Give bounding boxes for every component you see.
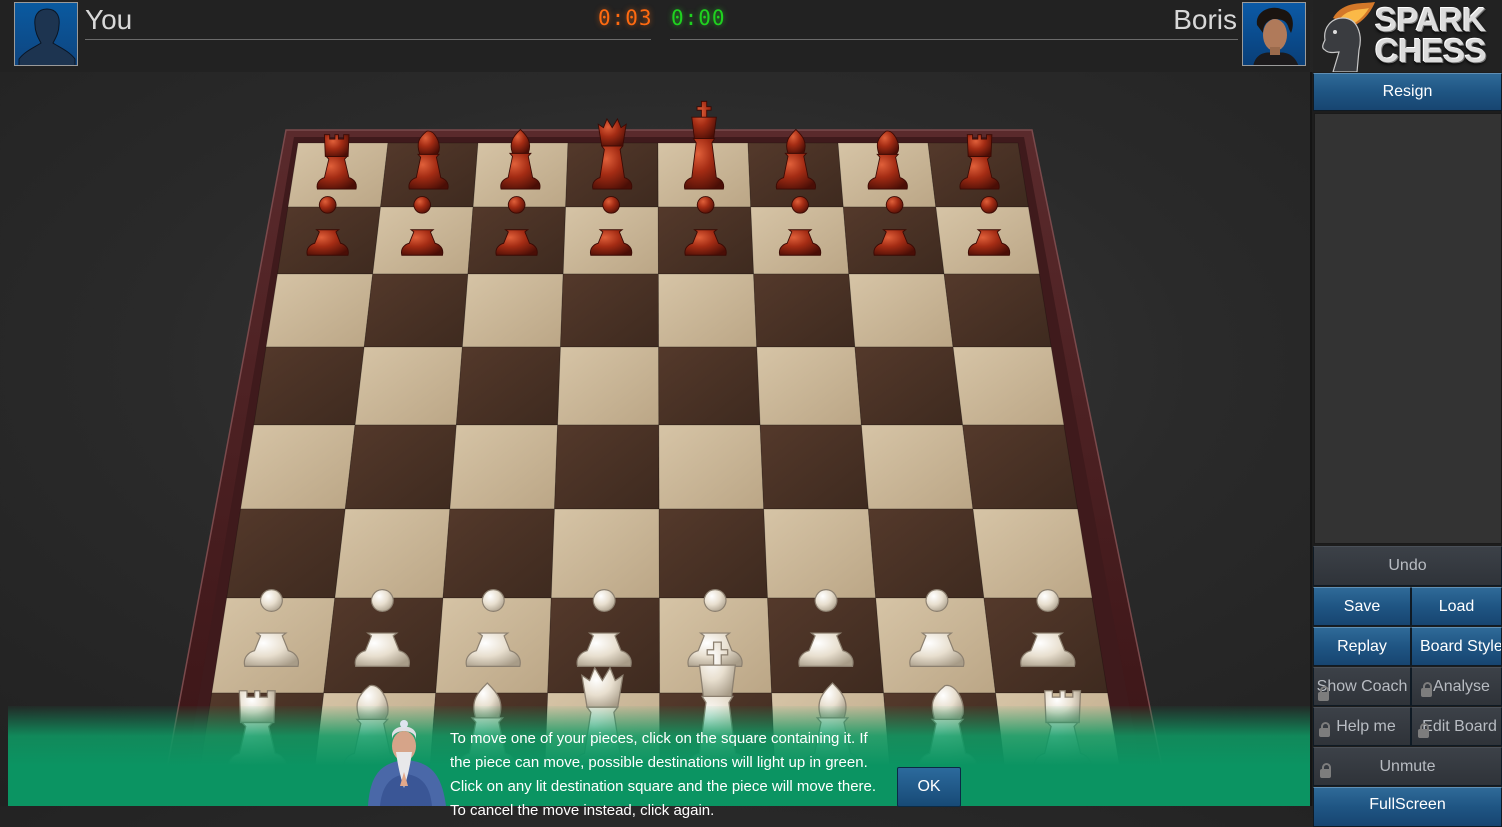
- undo-label: Undo: [1388, 557, 1427, 574]
- lock-icon: [1318, 686, 1329, 701]
- analyse-button[interactable]: Analyse: [1411, 667, 1502, 706]
- sparkchess-logo: SPARK CHESS: [1313, 0, 1502, 72]
- help-me-button[interactable]: Help me: [1313, 707, 1411, 746]
- save-button[interactable]: Save: [1313, 587, 1411, 626]
- coach-message: To move one of your pieces, click on the…: [450, 730, 877, 819]
- move-list-panel[interactable]: [1314, 113, 1502, 544]
- coach-ok-button[interactable]: OK: [897, 767, 961, 807]
- square-a3[interactable]: [226, 508, 346, 599]
- you-avatar: [14, 2, 78, 66]
- square-e6[interactable]: [657, 273, 758, 348]
- square-e3[interactable]: [658, 508, 768, 599]
- opponent-name: Boris: [1173, 4, 1237, 35]
- unmute-button[interactable]: Unmute: [1313, 747, 1502, 786]
- unmute-label: Unmute: [1379, 757, 1436, 775]
- flaming-knight-icon: [1322, 2, 1375, 72]
- ok-label: OK: [917, 778, 941, 795]
- lock-icon: [1418, 723, 1429, 738]
- edit-board-button[interactable]: Edit Board: [1411, 707, 1502, 746]
- board-style-button[interactable]: Board Style: [1411, 627, 1502, 666]
- you-name-underline: [85, 39, 651, 40]
- board-style-label: Board Style: [1420, 637, 1502, 655]
- load-button[interactable]: Load: [1411, 587, 1502, 626]
- square-e5[interactable]: [658, 346, 761, 426]
- square-h3[interactable]: [972, 508, 1093, 599]
- chess-board-scene: [159, 100, 1171, 806]
- you-name: You: [85, 4, 133, 35]
- show-coach-label: Show Coach: [1316, 677, 1408, 695]
- resign-label: Resign: [1382, 83, 1433, 100]
- analyse-label: Analyse: [1433, 677, 1490, 695]
- coach-master-icon: [368, 720, 446, 806]
- square-b4[interactable]: [344, 424, 457, 510]
- silhouette-icon: [18, 8, 76, 65]
- square-c6[interactable]: [461, 273, 564, 348]
- resign-button[interactable]: Resign: [1313, 73, 1502, 111]
- square-f6[interactable]: [753, 273, 856, 348]
- square-d3[interactable]: [550, 508, 660, 599]
- square-e4[interactable]: [658, 424, 765, 510]
- logo-line-1: SPARK: [1375, 1, 1486, 38]
- replay-button[interactable]: Replay: [1313, 627, 1411, 666]
- undo-button[interactable]: Undo: [1313, 546, 1502, 586]
- square-a6[interactable]: [265, 273, 374, 348]
- lock-icon: [1421, 682, 1432, 697]
- square-h6[interactable]: [943, 273, 1052, 348]
- logo-text: SPARK CHESS: [1375, 1, 1487, 69]
- square-f4[interactable]: [759, 424, 869, 510]
- opponent-clock: 0:00: [671, 6, 726, 30]
- square-f5[interactable]: [756, 346, 862, 426]
- show-coach-button[interactable]: Show Coach: [1313, 667, 1411, 706]
- square-a5[interactable]: [253, 346, 365, 426]
- top-bar: [0, 0, 1310, 72]
- opponent-name-underline: [670, 39, 1238, 40]
- square-b6[interactable]: [363, 273, 469, 348]
- fullscreen-button[interactable]: FullScreen: [1313, 787, 1502, 827]
- square-g5[interactable]: [854, 346, 964, 426]
- square-f3[interactable]: [763, 508, 877, 599]
- square-c4[interactable]: [449, 424, 559, 510]
- help-me-label: Help me: [1336, 717, 1396, 735]
- square-g6[interactable]: [848, 273, 954, 348]
- replay-label: Replay: [1337, 637, 1387, 655]
- you-clock: 0:03: [598, 6, 653, 30]
- opponent-avatar: [1242, 2, 1306, 66]
- square-d5[interactable]: [557, 346, 660, 426]
- square-b3[interactable]: [334, 508, 451, 599]
- square-g4[interactable]: [860, 424, 974, 510]
- save-label: Save: [1343, 597, 1381, 615]
- square-b5[interactable]: [354, 346, 463, 426]
- square-g3[interactable]: [867, 508, 985, 599]
- square-d4[interactable]: [554, 424, 660, 510]
- boris-portrait-icon: [1253, 7, 1299, 65]
- load-label: Load: [1438, 597, 1475, 615]
- square-h4[interactable]: [962, 424, 1079, 510]
- square-c5[interactable]: [455, 346, 561, 426]
- logo-line-2: CHESS: [1375, 32, 1487, 69]
- lock-icon: [1319, 722, 1330, 737]
- square-d6[interactable]: [560, 273, 660, 348]
- lock-icon: [1320, 763, 1331, 778]
- square-h5[interactable]: [952, 346, 1065, 426]
- square-c3[interactable]: [442, 508, 555, 599]
- square-a4[interactable]: [240, 424, 356, 510]
- fullscreen-label: FullScreen: [1369, 796, 1446, 813]
